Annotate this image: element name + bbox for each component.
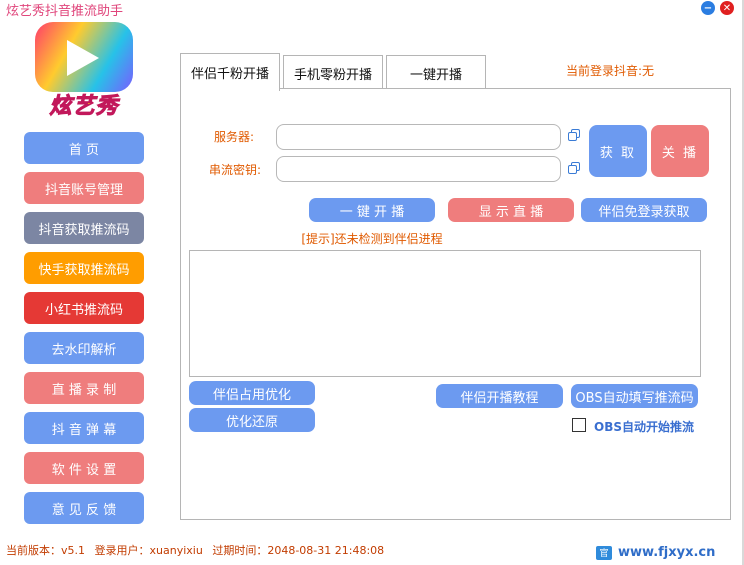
play-icon bbox=[67, 40, 99, 76]
fetch-button[interactable]: 获 取 bbox=[589, 125, 647, 177]
tab-label: 伴侣千粉开播 bbox=[190, 67, 269, 82]
companion-free-login-button[interactable]: 伴侣免登录获取 bbox=[581, 198, 707, 222]
stop-live-button-label: 关 播 bbox=[661, 145, 699, 161]
sidebar-item-kuaishou-stream-key[interactable]: 快手获取推流码 bbox=[24, 252, 144, 284]
restore-optimize-button[interactable]: 优化还原 bbox=[189, 408, 315, 432]
tab-label: 一键开播 bbox=[409, 68, 462, 83]
sidebar-item-xiaohongshu-stream-key[interactable]: 小红书推流码 bbox=[24, 292, 144, 324]
minimize-button[interactable]: − bbox=[701, 1, 715, 15]
button-label: 优化还原 bbox=[225, 414, 278, 430]
logo-text: 炫艺秀 bbox=[49, 94, 119, 120]
sidebar-item-label: 小红书推流码 bbox=[44, 302, 123, 318]
stream-key-label: 串流密钥: bbox=[209, 163, 262, 177]
sidebar-item-settings[interactable]: 软 件 设 置 bbox=[24, 452, 144, 484]
sidebar-item-douyin-accounts[interactable]: 抖音账号管理 bbox=[24, 172, 144, 204]
fetch-button-label: 获 取 bbox=[599, 145, 637, 161]
obs-auto-start-checkbox[interactable] bbox=[572, 418, 586, 432]
sidebar-item-label: 软 件 设 置 bbox=[51, 462, 117, 478]
copy-server-icon[interactable] bbox=[568, 129, 580, 141]
button-label: OBS自动填写推流码 bbox=[575, 390, 694, 406]
sidebar-item-feedback[interactable]: 意 见 反 馈 bbox=[24, 492, 144, 524]
show-live-button[interactable]: 显 示 直 播 bbox=[448, 198, 574, 222]
sidebar-item-label: 意 见 反 馈 bbox=[51, 502, 117, 518]
stop-live-button[interactable]: 关 播 bbox=[651, 125, 709, 177]
app-logo: 炫艺秀 bbox=[33, 20, 135, 120]
sidebar-item-label: 首 页 bbox=[68, 142, 100, 158]
server-label: 服务器: bbox=[214, 130, 255, 144]
version-text: 当前版本：v5.1 bbox=[6, 544, 86, 557]
expire-text: 过期时间：2048-08-31 21:48:08 bbox=[212, 544, 385, 557]
website-link[interactable]: 官 www.fjxyx.cn bbox=[596, 545, 715, 560]
obs-auto-start-label: OBS自动开始推流 bbox=[594, 420, 694, 434]
button-label: 显 示 直 播 bbox=[478, 204, 544, 220]
sidebar-item-label: 抖 音 弹 幕 bbox=[51, 422, 117, 438]
user-text: 登录用户：xuanyixiu bbox=[94, 544, 203, 557]
tab-companion-start[interactable]: 伴侣千粉开播 bbox=[180, 53, 280, 91]
companion-optimize-button[interactable]: 伴侣占用优化 bbox=[189, 381, 315, 405]
sidebar-item-live-recording[interactable]: 直 播 录 制 bbox=[24, 372, 144, 404]
tab-phone-start[interactable]: 手机零粉开播 bbox=[283, 55, 383, 91]
tab-label: 手机零粉开播 bbox=[293, 68, 372, 83]
sidebar-item-douyin-danmaku[interactable]: 抖 音 弹 幕 bbox=[24, 412, 144, 444]
hint-text: [提示]还未检测到伴侣进程 bbox=[301, 232, 443, 246]
app-title: 炫艺秀抖音推流助手 bbox=[6, 4, 124, 19]
copy-stream-key-icon[interactable] bbox=[568, 162, 580, 174]
button-label: 伴侣开播教程 bbox=[460, 390, 539, 406]
minimize-icon: − bbox=[703, 2, 713, 14]
log-textarea[interactable] bbox=[189, 250, 701, 377]
close-button[interactable]: ✕ bbox=[720, 1, 734, 15]
companion-tutorial-button[interactable]: 伴侣开播教程 bbox=[436, 384, 563, 408]
sidebar-item-label: 快手获取推流码 bbox=[38, 262, 130, 278]
website-text: www.fjxyx.cn bbox=[618, 545, 716, 560]
server-field[interactable] bbox=[276, 124, 561, 150]
sidebar-item-label: 去水印解析 bbox=[51, 342, 117, 358]
close-icon: ✕ bbox=[722, 2, 732, 14]
one-click-start-button[interactable]: 一 键 开 播 bbox=[309, 198, 435, 222]
sidebar-item-watermark-removal[interactable]: 去水印解析 bbox=[24, 332, 144, 364]
logo-tile bbox=[35, 22, 133, 92]
obs-auto-fill-button[interactable]: OBS自动填写推流码 bbox=[571, 384, 698, 408]
button-label: 伴侣占用优化 bbox=[212, 387, 291, 403]
button-label: 伴侣免登录获取 bbox=[598, 204, 690, 220]
sidebar-item-label: 直 播 录 制 bbox=[51, 382, 117, 398]
official-site-icon: 官 bbox=[596, 545, 612, 560]
button-label: 一 键 开 播 bbox=[339, 204, 405, 220]
tab-one-click-start[interactable]: 一键开播 bbox=[386, 55, 486, 91]
stream-key-field[interactable] bbox=[276, 156, 561, 182]
login-status: 当前登录抖音:无 bbox=[566, 64, 655, 78]
status-footer: 当前版本：v5.1 登录用户：xuanyixiu 过期时间：2048-08-31… bbox=[6, 542, 390, 558]
sidebar-item-label: 抖音账号管理 bbox=[44, 182, 123, 198]
sidebar-item-home[interactable]: 首 页 bbox=[24, 132, 144, 164]
